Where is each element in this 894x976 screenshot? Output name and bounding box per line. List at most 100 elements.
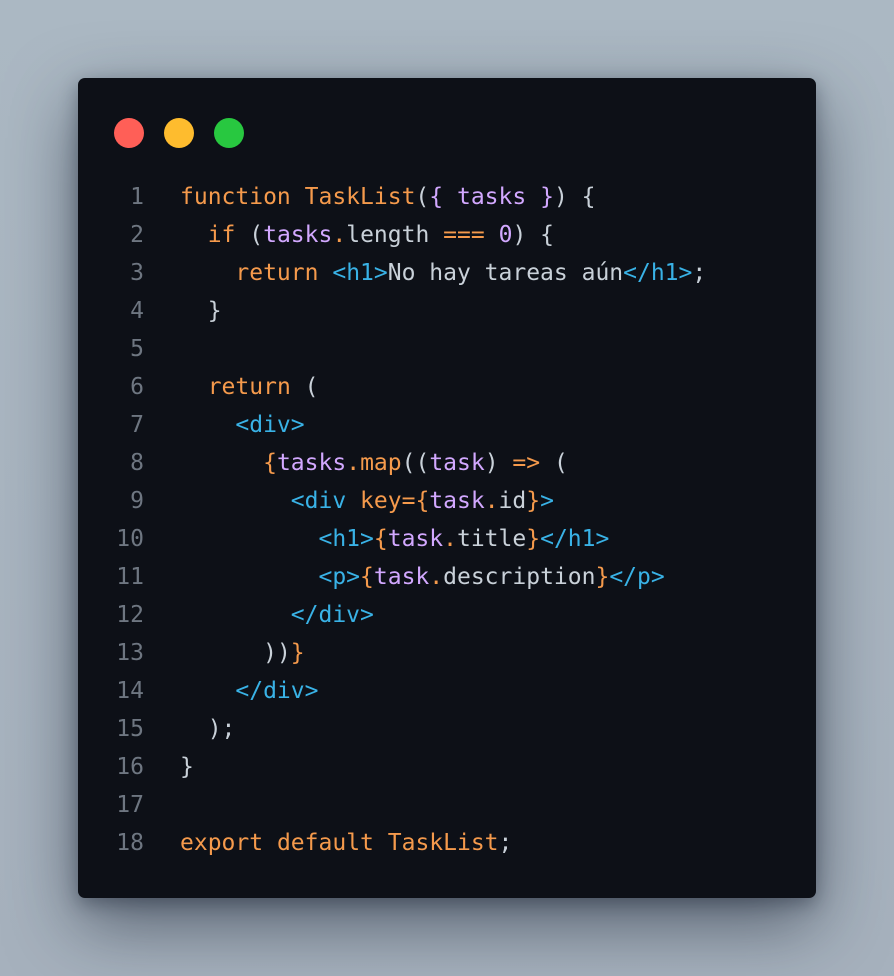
code-text: ); <box>180 710 236 748</box>
line-number: 10 <box>116 526 144 552</box>
line-number: 17 <box>116 792 144 818</box>
code-line: 7 <div> <box>78 406 816 444</box>
maximize-dot-icon[interactable] <box>214 118 244 148</box>
code-token: ( <box>235 222 264 248</box>
code-token: > <box>540 488 554 514</box>
code-token: <h1> <box>318 526 374 552</box>
code-token: } <box>595 564 610 590</box>
code-token: if <box>207 222 236 248</box>
line-number: 9 <box>130 488 144 514</box>
line-number: 5 <box>130 336 144 362</box>
code-token: { <box>360 564 374 590</box>
code-text: <div key={task.id}> <box>180 482 554 520</box>
code-token: === <box>443 222 485 248</box>
window-controls <box>114 118 244 148</box>
code-line: 1 function TaskList({ tasks }) { <box>78 178 816 216</box>
code-text: } <box>180 292 222 330</box>
code-token: . <box>443 526 457 552</box>
code-token: } <box>526 488 541 514</box>
close-dot-icon[interactable] <box>114 118 144 148</box>
code-token: } <box>180 754 194 780</box>
code-token: task <box>373 564 430 590</box>
code-token: <div> <box>235 412 305 438</box>
code-line: 11 <p>{task.description}</p> <box>78 558 816 596</box>
line-number: 3 <box>130 260 144 286</box>
minimize-dot-icon[interactable] <box>164 118 194 148</box>
code-text: if (tasks.length === 0) { <box>180 216 554 254</box>
code-line: 12 </div> <box>78 596 816 634</box>
code-line: 8 {tasks.map((task) => ( <box>78 444 816 482</box>
code-token: tasks <box>443 184 541 210</box>
code-line: 3 return <h1>No hay tareas aún</h1>; <box>78 254 816 292</box>
code-token: No hay tareas aún <box>387 260 624 286</box>
line-number: 1 <box>130 184 144 210</box>
code-token: key <box>360 488 402 514</box>
code-line: 5 <box>78 330 816 368</box>
code-token: } <box>290 640 305 666</box>
code-line: 14 </div> <box>78 672 816 710</box>
code-token: ; <box>692 260 707 286</box>
code-text: ))} <box>180 634 305 672</box>
code-token: </div> <box>290 602 374 628</box>
code-text: return ( <box>180 368 319 406</box>
code-line: 6 return ( <box>78 368 816 406</box>
code-token: default <box>276 830 374 856</box>
code-token: ( <box>540 450 568 476</box>
code-token: ) <box>484 450 513 476</box>
line-number: 4 <box>130 298 144 324</box>
code-token: } <box>526 526 541 552</box>
code-token: . <box>332 222 347 248</box>
code-token: => <box>512 450 541 476</box>
code-text: return <h1>No hay tareas aún</h1>; <box>180 254 706 292</box>
code-token: <h1> <box>332 260 388 286</box>
code-line: 16} <box>78 748 816 786</box>
line-number: 15 <box>116 716 144 742</box>
code-token: function <box>180 184 291 210</box>
line-number: 8 <box>130 450 144 476</box>
code-line: 4 } <box>78 292 816 330</box>
line-number: 12 <box>116 602 144 628</box>
line-number: 11 <box>116 564 144 590</box>
code-token: tasks <box>263 222 333 248</box>
line-number: 13 <box>116 640 144 666</box>
code-token: task <box>429 450 485 476</box>
code-token: <p> <box>318 564 361 590</box>
code-token: 0 <box>498 222 513 248</box>
code-token: ( <box>415 184 430 210</box>
code-text: <h1>{task.title}</h1> <box>180 520 609 558</box>
code-text: <div> <box>180 406 305 444</box>
code-token: { <box>429 184 444 210</box>
code-line: 10 <h1>{task.title}</h1> <box>78 520 816 558</box>
code-token: </div> <box>235 678 319 704</box>
code-window: 1 function TaskList({ tasks }) {2 if (tas… <box>78 78 816 898</box>
code-token: } <box>540 184 554 210</box>
code-token: </p> <box>609 564 665 590</box>
code-token: tasks <box>276 450 347 476</box>
code-block: 1 function TaskList({ tasks }) {2 if (tas… <box>78 178 816 862</box>
code-token: ) { <box>553 184 596 210</box>
code-token: ; <box>498 830 513 856</box>
code-text: <p>{task.description}</p> <box>180 558 665 596</box>
code-token: . <box>346 450 361 476</box>
code-token: ) { <box>512 222 554 248</box>
code-token: { <box>415 488 430 514</box>
code-token: TaskList <box>304 184 416 210</box>
code-token: . <box>429 564 444 590</box>
code-line: 13 ))} <box>78 634 816 672</box>
code-text: } <box>180 748 194 786</box>
code-token: map <box>360 450 402 476</box>
code-line: 15 ); <box>78 710 816 748</box>
